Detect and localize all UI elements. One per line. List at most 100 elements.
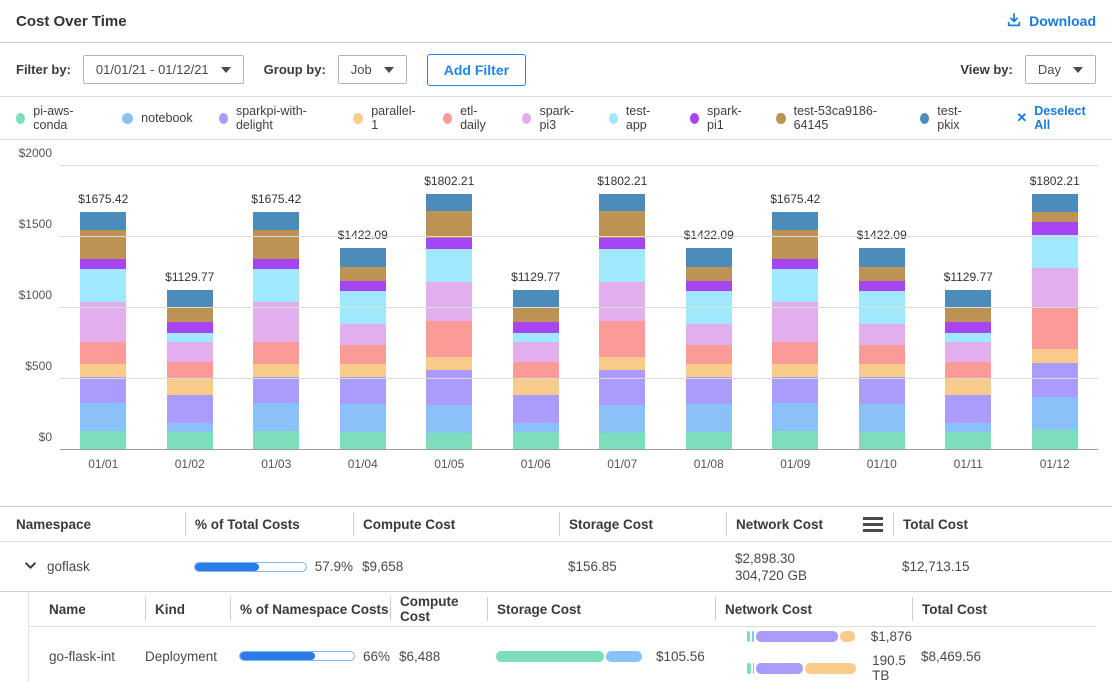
bar-segment-test-pkix[interactable] xyxy=(859,248,905,267)
bar-segment-parallel-1[interactable] xyxy=(1032,349,1078,363)
bar-segment-spark-pi1[interactable] xyxy=(253,259,299,269)
column-header-storage[interactable]: Storage Cost xyxy=(487,597,715,621)
bar-segment-etl-daily[interactable] xyxy=(80,342,126,364)
bar-segment-test-pkix[interactable] xyxy=(426,194,472,211)
bar-segment-parallel-1[interactable] xyxy=(426,357,472,370)
bar-segment-spark-pi1[interactable] xyxy=(686,281,732,291)
bar-segment-pi-aws-conda[interactable] xyxy=(513,432,559,450)
bar-segment-etl-daily[interactable] xyxy=(426,321,472,357)
bar-segment-test-53ca9186-64145[interactable] xyxy=(599,211,645,238)
bar-segment-pi-aws-conda[interactable] xyxy=(1032,430,1078,450)
bar-segment-parallel-1[interactable] xyxy=(686,364,732,377)
bar-segment-notebook[interactable] xyxy=(80,403,126,431)
bar-segment-parallel-1[interactable] xyxy=(772,364,818,377)
bar-segment-test-pkix[interactable] xyxy=(80,212,126,230)
stacked-bar-01/08[interactable] xyxy=(686,248,732,450)
bar-segment-test-53ca9186-64145[interactable] xyxy=(686,267,732,280)
bar-segment-parallel-1[interactable] xyxy=(167,378,213,394)
legend-item-sparkpi-with-delight[interactable]: sparkpi-with-delight xyxy=(219,104,328,132)
column-header-storage[interactable]: Storage Cost xyxy=(559,512,726,536)
bar-segment-test-53ca9186-64145[interactable] xyxy=(859,267,905,280)
bar-segment-test-pkix[interactable] xyxy=(1032,194,1078,212)
bar-segment-spark-pi3[interactable] xyxy=(513,342,559,362)
stacked-bar-01/12[interactable] xyxy=(1032,194,1078,450)
bar-segment-spark-pi3[interactable] xyxy=(426,282,472,320)
bar-segment-spark-pi3[interactable] xyxy=(167,342,213,362)
bar-segment-test-app[interactable] xyxy=(513,333,559,342)
bar-segment-notebook[interactable] xyxy=(686,404,732,433)
stacked-bar-01/03[interactable] xyxy=(253,212,299,450)
bar-segment-test-53ca9186-64145[interactable] xyxy=(513,308,559,322)
download-button[interactable]: Download xyxy=(1006,12,1096,31)
bar-segment-test-app[interactable] xyxy=(80,269,126,302)
bar-segment-etl-daily[interactable] xyxy=(945,362,991,378)
bar-segment-test-53ca9186-64145[interactable] xyxy=(340,267,386,280)
bar-segment-test-53ca9186-64145[interactable] xyxy=(80,230,126,259)
stacked-bar-01/04[interactable] xyxy=(340,248,386,450)
bar-segment-spark-pi1[interactable] xyxy=(945,322,991,333)
bar-segment-test-pkix[interactable] xyxy=(686,248,732,267)
bar-segment-spark-pi1[interactable] xyxy=(772,259,818,269)
bar-segment-test-app[interactable] xyxy=(772,269,818,302)
bar-segment-spark-pi3[interactable] xyxy=(1032,268,1078,309)
date-range-select[interactable]: 01/01/21 - 01/12/21 xyxy=(83,55,244,84)
bar-segment-pi-aws-conda[interactable] xyxy=(859,432,905,450)
bar-segment-etl-daily[interactable] xyxy=(859,345,905,364)
bar-segment-parallel-1[interactable] xyxy=(253,364,299,377)
bar-segment-sparkpi-with-delight[interactable] xyxy=(859,377,905,404)
bar-segment-test-pkix[interactable] xyxy=(253,212,299,230)
bar-segment-test-app[interactable] xyxy=(599,249,645,283)
group-by-select[interactable]: Job xyxy=(338,55,407,84)
bar-segment-notebook[interactable] xyxy=(253,403,299,431)
bar-segment-sparkpi-with-delight[interactable] xyxy=(945,395,991,424)
bar-segment-test-53ca9186-64145[interactable] xyxy=(253,230,299,259)
bar-segment-etl-daily[interactable] xyxy=(167,362,213,378)
bar-segment-etl-daily[interactable] xyxy=(340,345,386,364)
bar-segment-parallel-1[interactable] xyxy=(340,364,386,377)
bar-segment-notebook[interactable] xyxy=(1032,397,1078,429)
legend-item-etl-daily[interactable]: etl-daily xyxy=(443,104,496,132)
bar-segment-notebook[interactable] xyxy=(859,404,905,433)
bar-segment-test-53ca9186-64145[interactable] xyxy=(772,230,818,259)
bar-segment-notebook[interactable] xyxy=(426,405,472,433)
bar-segment-sparkpi-with-delight[interactable] xyxy=(340,377,386,404)
add-filter-button[interactable]: Add Filter xyxy=(427,54,526,86)
bar-segment-test-pkix[interactable] xyxy=(945,290,991,308)
bar-segment-sparkpi-with-delight[interactable] xyxy=(772,377,818,403)
bar-segment-pi-aws-conda[interactable] xyxy=(772,431,818,450)
legend-item-test-pkix[interactable]: test-pkix xyxy=(920,104,976,132)
bar-segment-pi-aws-conda[interactable] xyxy=(167,432,213,450)
namespace-expand-cell[interactable]: goflask xyxy=(16,559,185,575)
bar-segment-test-app[interactable] xyxy=(167,333,213,342)
column-header-network[interactable]: Network Cost xyxy=(715,597,912,621)
column-header-namespace[interactable]: Namespace xyxy=(16,512,185,536)
bar-segment-sparkpi-with-delight[interactable] xyxy=(253,377,299,403)
legend-item-spark-pi1[interactable]: spark-pi1 xyxy=(690,104,750,132)
bar-segment-notebook[interactable] xyxy=(945,423,991,431)
stacked-bar-01/10[interactable] xyxy=(859,248,905,450)
bar-segment-test-pkix[interactable] xyxy=(599,194,645,211)
stacked-bar-01/07[interactable] xyxy=(599,194,645,450)
bar-segment-test-53ca9186-64145[interactable] xyxy=(167,308,213,322)
bar-segment-spark-pi1[interactable] xyxy=(340,281,386,291)
deselect-all-button[interactable]: ✕ Deselect All xyxy=(1016,104,1096,132)
bar-segment-spark-pi3[interactable] xyxy=(599,282,645,320)
bar-segment-test-pkix[interactable] xyxy=(772,212,818,230)
bar-segment-parallel-1[interactable] xyxy=(513,378,559,394)
bar-segment-notebook[interactable] xyxy=(340,404,386,433)
bar-segment-notebook[interactable] xyxy=(167,423,213,431)
bar-segment-etl-daily[interactable] xyxy=(253,342,299,364)
bar-segment-sparkpi-with-delight[interactable] xyxy=(599,370,645,405)
bar-segment-sparkpi-with-delight[interactable] xyxy=(80,377,126,403)
bar-segment-spark-pi1[interactable] xyxy=(426,238,472,248)
bar-segment-spark-pi1[interactable] xyxy=(80,259,126,269)
bar-segment-spark-pi1[interactable] xyxy=(513,322,559,333)
bar-segment-spark-pi1[interactable] xyxy=(599,238,645,248)
bar-segment-pi-aws-conda[interactable] xyxy=(945,432,991,450)
bar-segment-pi-aws-conda[interactable] xyxy=(80,431,126,450)
bar-segment-notebook[interactable] xyxy=(513,423,559,431)
bar-segment-spark-pi3[interactable] xyxy=(340,324,386,345)
stacked-bar-01/02[interactable] xyxy=(167,290,213,450)
bar-segment-spark-pi3[interactable] xyxy=(859,324,905,345)
bar-segment-parallel-1[interactable] xyxy=(80,364,126,377)
